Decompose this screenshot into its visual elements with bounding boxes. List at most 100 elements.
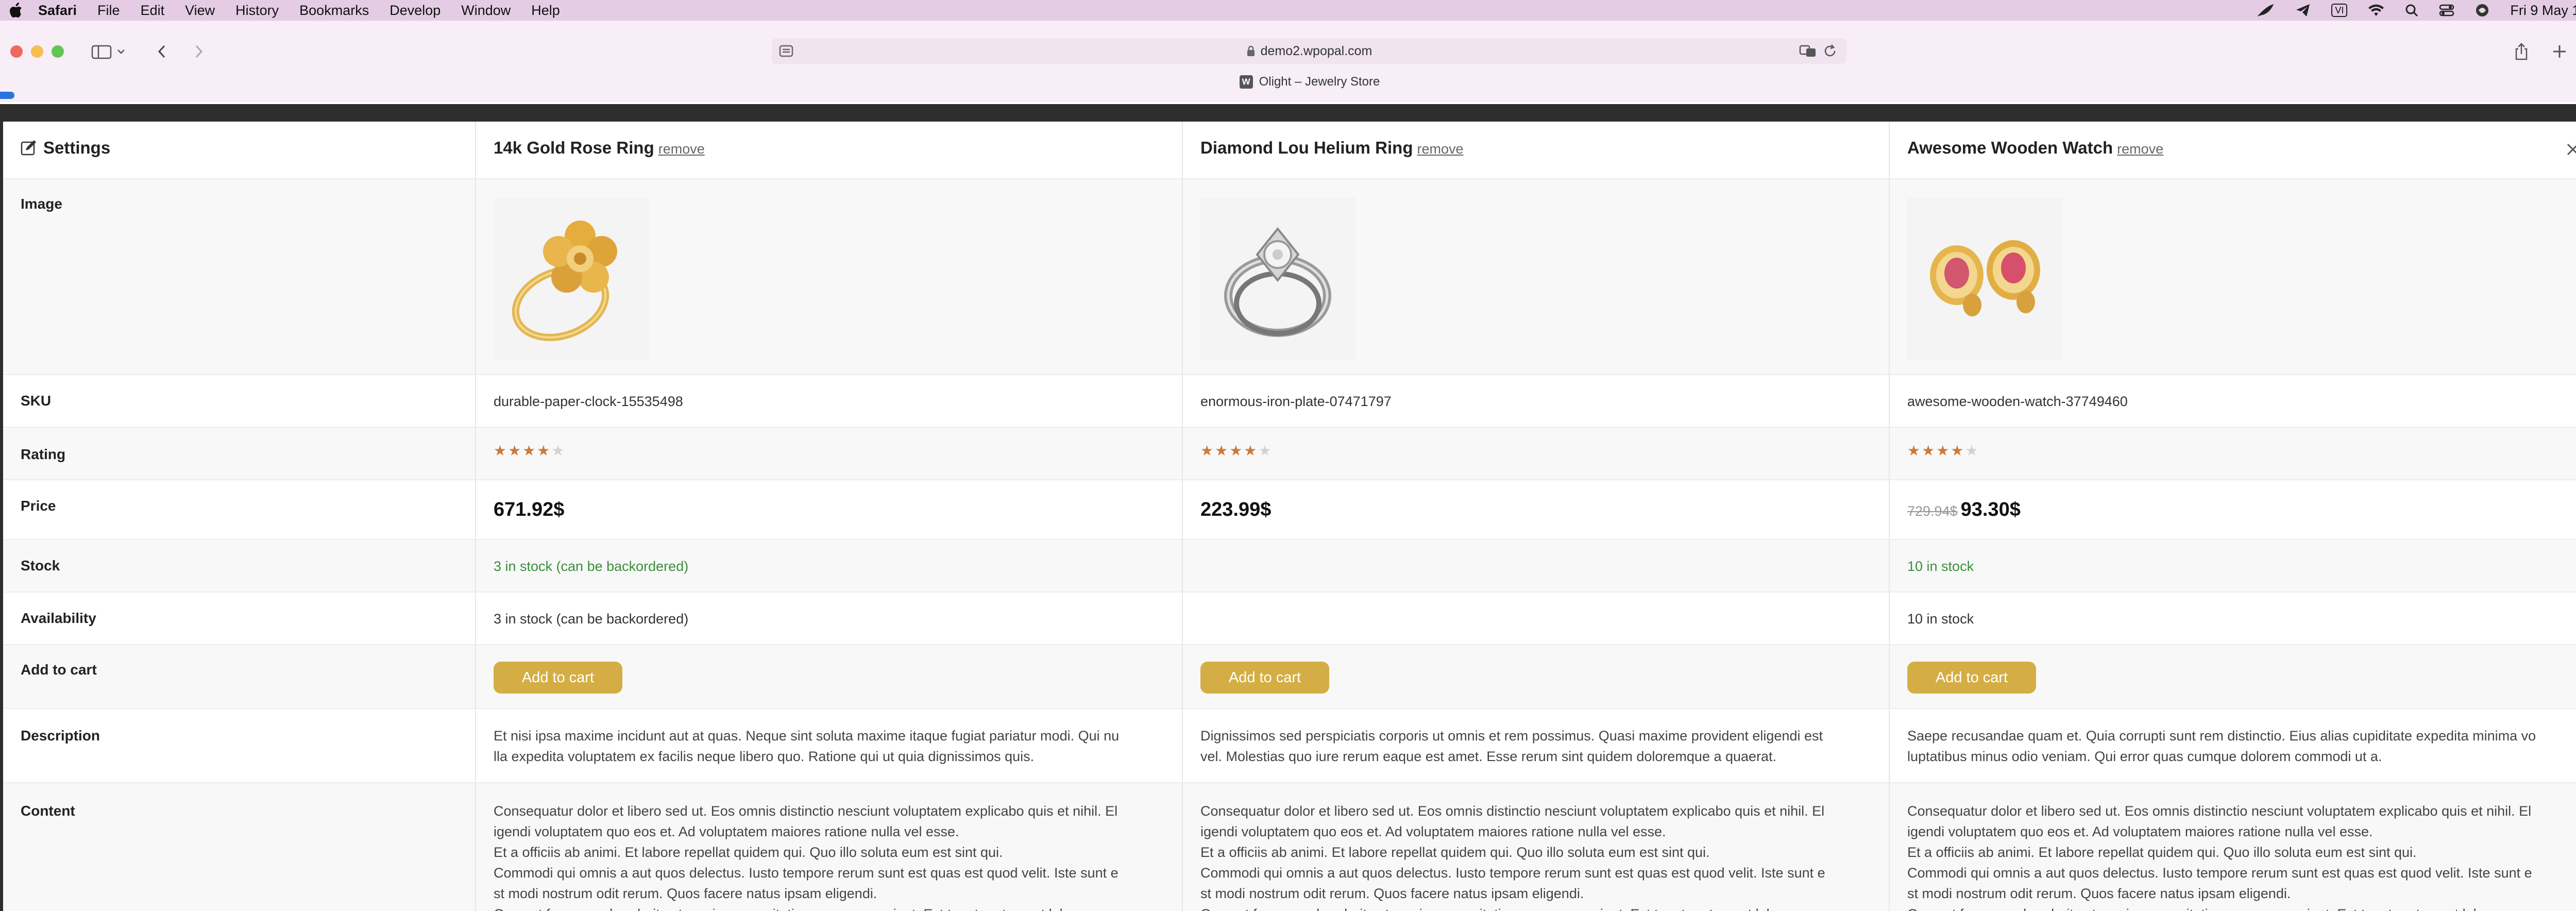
row-label-cell: Add to cart [3,645,476,708]
cart-cell: Add to cart [1183,645,1890,708]
row-label-description: Description [21,728,100,744]
star-filled-icon: ★★★★ [494,443,552,459]
content-cell: Consequatur dolor et libero sed ut. Eos … [476,783,1183,911]
apple-logo-icon[interactable] [9,3,23,18]
page-menu-icon[interactable] [779,44,794,58]
menu-bookmarks[interactable]: Bookmarks [299,3,369,19]
image-row: Image [3,179,2576,375]
description-text: Et nisi ipsa maxime incidunt aut at quas… [494,728,1120,764]
reload-icon[interactable] [1823,44,1837,58]
gold-flower-ring-icon [512,221,617,341]
tab-group-indicator[interactable] [0,92,14,99]
window-zoom-button[interactable] [52,45,64,58]
settings-button[interactable]: Settings [21,138,110,158]
browser-toolbar: demo2.wpopal.com W Olight – Jewelry Stor… [0,21,2576,102]
menu-clock[interactable]: Fri 9 May 13:36 [2510,3,2576,19]
content-cell: Consequatur dolor et libero sed ut. Eos … [1183,783,1890,911]
translate-icon[interactable] [1799,44,1817,58]
menu-file[interactable]: File [97,3,120,19]
menu-edit[interactable]: Edit [141,3,165,19]
wifi-icon[interactable] [2368,4,2384,17]
star-rating: ★★★★★ [1907,442,1980,459]
add-to-cart-button[interactable]: Add to cart [1907,662,2036,694]
star-empty-icon: ★ [1258,443,1273,459]
stock-status: 3 in stock (can be backordered) [494,559,689,574]
site-favicon-icon: W [1239,75,1253,89]
row-label-sku: SKU [21,393,52,409]
row-label-add-to-cart: Add to cart [21,662,97,678]
telegram-icon[interactable] [2295,3,2311,18]
content-row: Content Consequatur dolor et libero sed … [3,783,2576,911]
tab-title: Olight – Jewelry Store [1259,75,1380,89]
close-icon[interactable] [2564,140,2576,159]
product-header-1: 14k Gold Rose Ring remove [476,122,1183,178]
remove-link[interactable]: remove [1417,141,1463,157]
menu-history[interactable]: History [235,3,279,19]
input-source-indicator[interactable]: VI [2331,4,2348,17]
menu-window[interactable]: Window [461,3,511,19]
add-to-cart-button[interactable]: Add to cart [494,662,622,694]
control-center-icon[interactable] [2439,4,2454,17]
stock-cell: 10 in stock [1890,540,2576,592]
window-minimize-button[interactable] [31,45,43,58]
availability-row: Availability 3 in stock (can be backorde… [3,593,2576,645]
share-button[interactable] [2512,41,2531,62]
price-value: 671.92$ [494,499,565,520]
settings-label: Settings [43,138,111,157]
menu-develop[interactable]: Develop [389,3,440,19]
tab-strip: W Olight – Jewelry Store [0,71,2576,93]
row-label-price: Price [21,498,56,514]
menu-app-name[interactable]: Safari [38,3,77,19]
sku-value: awesome-wooden-watch-37749460 [1907,394,2128,409]
remove-link[interactable]: remove [2117,141,2163,157]
product-title[interactable]: Diamond Lou Helium Ring [1200,138,1413,157]
row-label-stock: Stock [21,558,60,573]
siri-icon[interactable] [2475,3,2489,18]
remove-link[interactable]: remove [658,141,705,157]
sidebar-toggle-button[interactable] [89,43,130,60]
window-close-button[interactable] [10,45,23,58]
row-label-cell: SKU [3,375,476,427]
row-label-cell: Description [3,709,476,782]
sku-value: durable-paper-clock-15535498 [494,394,683,409]
address-bar[interactable]: demo2.wpopal.com [772,38,1846,64]
row-label-cell: Stock [3,540,476,592]
product-header-3: Awesome Wooden Watch remove [1890,122,2576,178]
row-label-content: Content [21,803,75,819]
cart-cell: Add to cart [476,645,1183,708]
search-icon[interactable] [2405,4,2418,17]
content-text: Consequatur dolor et libero sed ut. Eos … [494,803,1118,911]
stock-status: 10 in stock [1907,559,1974,574]
row-label-cell: Rating [3,428,476,479]
tab-active[interactable]: W Olight – Jewelry Store [1239,75,1380,89]
product-image[interactable] [1907,198,2063,361]
url-text: demo2.wpopal.com [1260,43,1372,58]
new-tab-button[interactable] [2550,41,2569,62]
product-header-2: Diamond Lou Helium Ring remove [1183,122,1890,178]
compare-modal: Settings 14k Gold Rose Ring remove Diamon… [3,122,2576,911]
row-label-availability: Availability [21,610,96,626]
back-button[interactable] [152,43,171,60]
add-to-cart-button[interactable]: Add to cart [1200,662,1329,694]
rating-cell: ★★★★★ [476,428,1183,479]
old-price: 729.94$ [1907,503,1958,519]
silver-diamond-ring-icon [1224,227,1331,337]
image-cell [1183,179,1890,374]
description-cell: Et nisi ipsa maxime incidunt aut at quas… [476,709,1183,782]
price-cell: 729.94$ 93.30$ [1890,480,2576,539]
stock-cell [1183,540,1890,592]
sku-cell: durable-paper-clock-15535498 [476,375,1183,427]
menu-view[interactable]: View [185,3,215,19]
product-title[interactable]: 14k Gold Rose Ring [494,138,654,157]
feather-icon[interactable] [2256,3,2275,18]
product-image[interactable] [1200,198,1356,361]
description-cell: Saepe recusandae quam et. Quia corrupti … [1890,709,2576,782]
price-row: Price 671.92$ 223.99$ 729.94$ 93.30$ [3,480,2576,540]
description-text: Saepe recusandae quam et. Quia corrupti … [1907,728,2536,764]
settings-cell: Settings [3,122,476,178]
menu-help[interactable]: Help [531,3,560,19]
forward-button[interactable] [190,43,208,60]
product-image[interactable] [494,198,649,361]
product-title[interactable]: Awesome Wooden Watch [1907,138,2113,157]
star-rating: ★★★★★ [494,442,566,459]
